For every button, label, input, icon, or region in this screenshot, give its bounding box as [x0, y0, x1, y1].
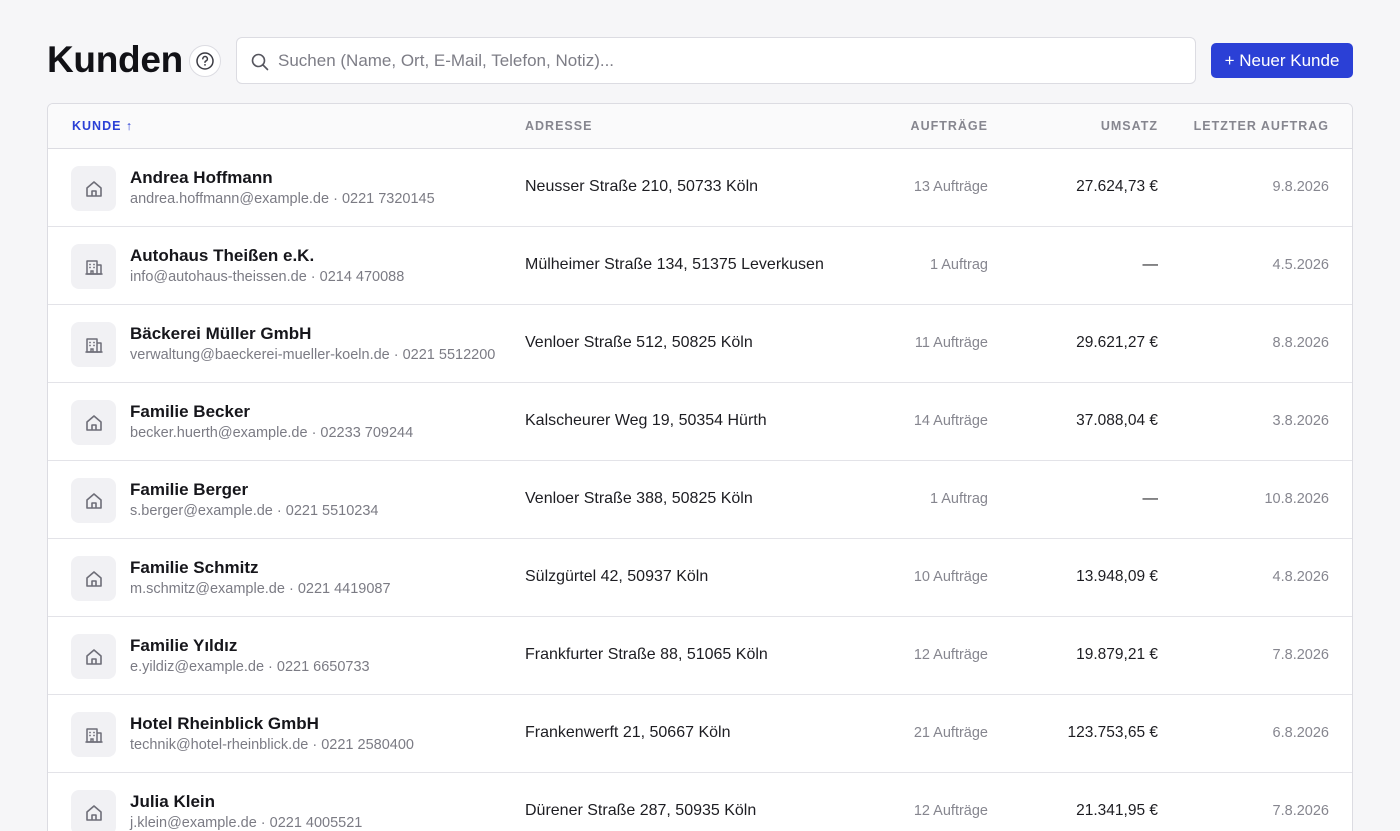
- table-row[interactable]: Bäckerei Müller GmbH verwaltung@baeckere…: [48, 305, 1352, 383]
- order-count: 12 Aufträge: [913, 647, 988, 663]
- help-button[interactable]: [189, 45, 221, 77]
- building-icon: [84, 337, 103, 353]
- column-header-adresse[interactable]: ADRESSE: [525, 119, 592, 133]
- order-count: 12 Aufträge: [913, 803, 988, 819]
- customer-name: Autohaus Theißen e.K.: [130, 246, 315, 265]
- customer-address: Mülheimer Straße 134, 51375 Leverkusen: [525, 256, 824, 273]
- last-order-date: 8.8.2026: [1272, 335, 1329, 351]
- house-icon: [85, 180, 102, 197]
- customer-type-avatar: [71, 478, 116, 523]
- customer-type-avatar: [71, 556, 116, 601]
- order-count: 11 Aufträge: [914, 335, 988, 351]
- customer-type-avatar: [71, 400, 116, 445]
- house-icon: [85, 492, 102, 509]
- order-count: 1 Auftrag: [929, 491, 988, 507]
- column-header-letzter-auftrag[interactable]: LETZTER AUFTRAG: [1194, 119, 1329, 133]
- customer-contact: verwaltung@baeckerei-mueller-koeln.de · …: [130, 347, 496, 363]
- column-header-auftraege[interactable]: AUFTRÄGE: [911, 119, 988, 133]
- last-order-date: 7.8.2026: [1272, 647, 1329, 663]
- customers-page: Kunden + Neuer Kunde KUNDE ↑ ADRESSE AUF…: [0, 0, 1400, 831]
- revenue: 19.879,21 €: [1076, 646, 1158, 663]
- table-row[interactable]: Autohaus Theißen e.K. info@autohaus-thei…: [48, 227, 1352, 305]
- customer-address: Frankenwerft 21, 50667 Köln: [525, 724, 731, 741]
- table-row[interactable]: Familie Becker becker.huerth@example.de …: [48, 383, 1352, 461]
- customer-contact: info@autohaus-theissen.de · 0214 470088: [130, 269, 405, 285]
- order-count: 13 Aufträge: [913, 179, 988, 195]
- column-header-umsatz[interactable]: UMSATZ: [1101, 119, 1158, 133]
- table-row[interactable]: Julia Klein j.klein@example.de · 0221 40…: [48, 773, 1352, 831]
- revenue: 37.088,04 €: [1076, 412, 1158, 429]
- add-customer-button[interactable]: + Neuer Kunde: [1211, 43, 1353, 78]
- house-icon: [85, 414, 102, 431]
- page-title: Kunden: [47, 39, 183, 80]
- customer-name: Andrea Hoffmann: [130, 168, 273, 187]
- revenue: —: [1142, 256, 1159, 273]
- last-order-date: 9.8.2026: [1272, 179, 1329, 195]
- table-row[interactable]: Familie Schmitz m.schmitz@example.de · 0…: [48, 539, 1352, 617]
- customer-name: Hotel Rheinblick GmbH: [130, 714, 319, 733]
- search-icon: [251, 53, 269, 71]
- customer-address: Venloer Straße 512, 50825 Köln: [525, 334, 753, 351]
- revenue: 123.753,65 €: [1067, 724, 1158, 741]
- order-count: 14 Aufträge: [913, 413, 988, 429]
- customer-contact: technik@hotel-rheinblick.de · 0221 25804…: [130, 737, 414, 753]
- customers-table: KUNDE ↑ ADRESSE AUFTRÄGE UMSATZ LETZTER …: [47, 103, 1353, 831]
- customer-contact: andrea.hoffmann@example.de · 0221 732014…: [130, 191, 435, 207]
- customer-type-avatar: [71, 166, 116, 211]
- customer-name: Familie Becker: [130, 402, 251, 421]
- customer-type-avatar: [71, 634, 116, 679]
- customer-name: Julia Klein: [130, 792, 216, 811]
- revenue: 21.341,95 €: [1076, 802, 1158, 819]
- customer-name: Familie Schmitz: [130, 558, 259, 577]
- customer-address: Kalscheurer Weg 19, 50354 Hürth: [525, 412, 767, 429]
- revenue: 29.621,27 €: [1076, 334, 1158, 351]
- revenue: —: [1142, 490, 1159, 507]
- search-input[interactable]: [278, 38, 1178, 83]
- order-count: 21 Aufträge: [913, 725, 988, 741]
- house-icon: [85, 804, 102, 821]
- last-order-date: 7.8.2026: [1272, 803, 1329, 819]
- customer-address: Frankfurter Straße 88, 51065 Köln: [525, 646, 768, 663]
- revenue: 27.624,73 €: [1076, 178, 1158, 195]
- customer-type-avatar: [71, 244, 116, 289]
- table-row[interactable]: Hotel Rheinblick GmbH technik@hotel-rhei…: [48, 695, 1352, 773]
- last-order-date: 10.8.2026: [1264, 491, 1329, 507]
- house-icon: [85, 648, 102, 665]
- building-icon: [84, 259, 103, 275]
- table-body: Andrea Hoffmann andrea.hoffmann@example.…: [48, 149, 1352, 831]
- customer-type-avatar: [71, 712, 116, 757]
- customer-type-avatar: [71, 322, 116, 367]
- order-count: 1 Auftrag: [929, 257, 988, 273]
- customer-name: Bäckerei Müller GmbH: [130, 324, 312, 343]
- search-box: [236, 37, 1196, 84]
- customer-contact: j.klein@example.de · 0221 4005521: [130, 815, 363, 831]
- customer-contact: m.schmitz@example.de · 0221 4419087: [130, 581, 391, 597]
- customer-address: Sülzgürtel 42, 50937 Köln: [525, 568, 709, 585]
- customer-contact: e.yildiz@example.de · 0221 6650733: [130, 659, 370, 675]
- last-order-date: 3.8.2026: [1272, 413, 1329, 429]
- table-row[interactable]: Andrea Hoffmann andrea.hoffmann@example.…: [48, 149, 1352, 227]
- customer-address: Venloer Straße 388, 50825 Köln: [525, 490, 753, 507]
- customer-address: Dürener Straße 287, 50935 Köln: [525, 802, 757, 819]
- customer-contact: s.berger@example.de · 0221 5510234: [130, 503, 379, 519]
- page-header: Kunden + Neuer Kunde: [47, 37, 1353, 84]
- order-count: 10 Aufträge: [913, 569, 988, 585]
- table-row[interactable]: Familie Berger s.berger@example.de · 022…: [48, 461, 1352, 539]
- table-row[interactable]: Familie Yıldız e.yildiz@example.de · 022…: [48, 617, 1352, 695]
- customer-type-avatar: [71, 790, 116, 831]
- customer-name: Familie Yıldız: [130, 636, 238, 655]
- customer-contact: becker.huerth@example.de · 02233 709244: [130, 425, 414, 441]
- customer-address: Neusser Straße 210, 50733 Köln: [525, 178, 759, 195]
- last-order-date: 6.8.2026: [1272, 725, 1329, 741]
- table-header: KUNDE ↑ ADRESSE AUFTRÄGE UMSATZ LETZTER …: [48, 104, 1352, 149]
- building-icon: [84, 727, 103, 743]
- column-header-kunde[interactable]: KUNDE ↑: [72, 119, 133, 133]
- revenue: 13.948,09 €: [1076, 568, 1158, 585]
- question-mark-icon: [196, 52, 214, 70]
- house-icon: [85, 570, 102, 587]
- customer-name: Familie Berger: [130, 480, 249, 499]
- last-order-date: 4.5.2026: [1272, 257, 1329, 273]
- last-order-date: 4.8.2026: [1272, 569, 1329, 585]
